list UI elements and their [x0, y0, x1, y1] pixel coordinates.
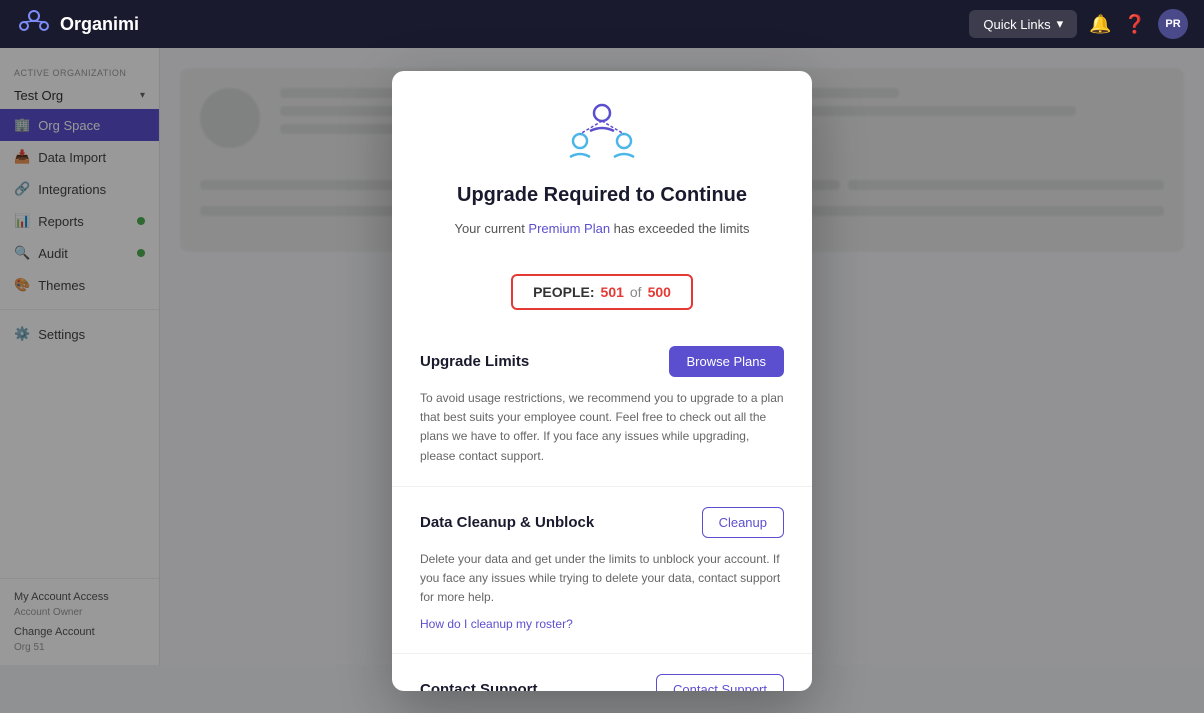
modal-overlay: Upgrade Required to Continue Your curren…: [0, 48, 1204, 713]
logo-icon: [16, 8, 52, 40]
logo: Organimi: [16, 8, 139, 40]
cleanup-roster-link[interactable]: How do I cleanup my roster?: [420, 617, 573, 631]
upgrade-section-header: Upgrade Limits Browse Plans: [420, 346, 784, 377]
people-limit: 500: [648, 284, 671, 300]
help-icon[interactable]: ❓: [1124, 14, 1146, 35]
people-current: 501: [601, 284, 624, 300]
modal-title: Upgrade Required to Continue: [457, 184, 747, 207]
upgrade-description: To avoid usage restrictions, we recommen…: [420, 389, 784, 466]
modal-subtitle: Your current Premium Plan has exceeded t…: [454, 219, 749, 239]
support-section: Contact Support Contact Support Our Orga…: [392, 654, 812, 690]
upgrade-section: Upgrade Limits Browse Plans To avoid usa…: [392, 326, 812, 487]
support-title: Contact Support: [420, 681, 538, 690]
cleanup-section: Data Cleanup & Unblock Cleanup Delete yo…: [392, 487, 812, 655]
upgrade-modal: Upgrade Required to Continue Your curren…: [392, 71, 812, 691]
cleanup-section-header: Data Cleanup & Unblock Cleanup: [420, 507, 784, 538]
browse-plans-button[interactable]: Browse Plans: [669, 346, 784, 377]
modal-icon: [566, 103, 638, 168]
header-actions: Quick Links ▾ 🔔 ❓ PR: [969, 9, 1188, 39]
people-label: PEOPLE:: [533, 284, 594, 300]
bell-icon[interactable]: 🔔: [1089, 14, 1111, 35]
logo-text: Organimi: [60, 14, 139, 35]
quick-links-button[interactable]: Quick Links ▾: [969, 10, 1077, 38]
cleanup-title: Data Cleanup & Unblock: [420, 514, 594, 531]
main-layout: ACTIVE ORGANIZATION Test Org ▾ 🏢 Org Spa…: [0, 48, 1204, 665]
cleanup-button[interactable]: Cleanup: [702, 507, 784, 538]
premium-plan-link[interactable]: Premium Plan: [528, 221, 610, 236]
support-section-header: Contact Support Contact Support: [420, 674, 784, 690]
cleanup-description: Delete your data and get under the limit…: [420, 550, 784, 608]
avatar[interactable]: PR: [1158, 9, 1188, 39]
modal-header: Upgrade Required to Continue Your curren…: [392, 71, 812, 259]
upgrade-title: Upgrade Limits: [420, 353, 529, 370]
people-counter: PEOPLE: 501 of 500: [511, 274, 693, 310]
people-of: of: [630, 284, 642, 300]
counter-wrapper: PEOPLE: 501 of 500: [392, 258, 812, 326]
app-header: Organimi Quick Links ▾ 🔔 ❓ PR: [0, 0, 1204, 48]
chevron-down-icon: ▾: [1057, 16, 1064, 32]
contact-support-button[interactable]: Contact Support: [656, 674, 784, 690]
